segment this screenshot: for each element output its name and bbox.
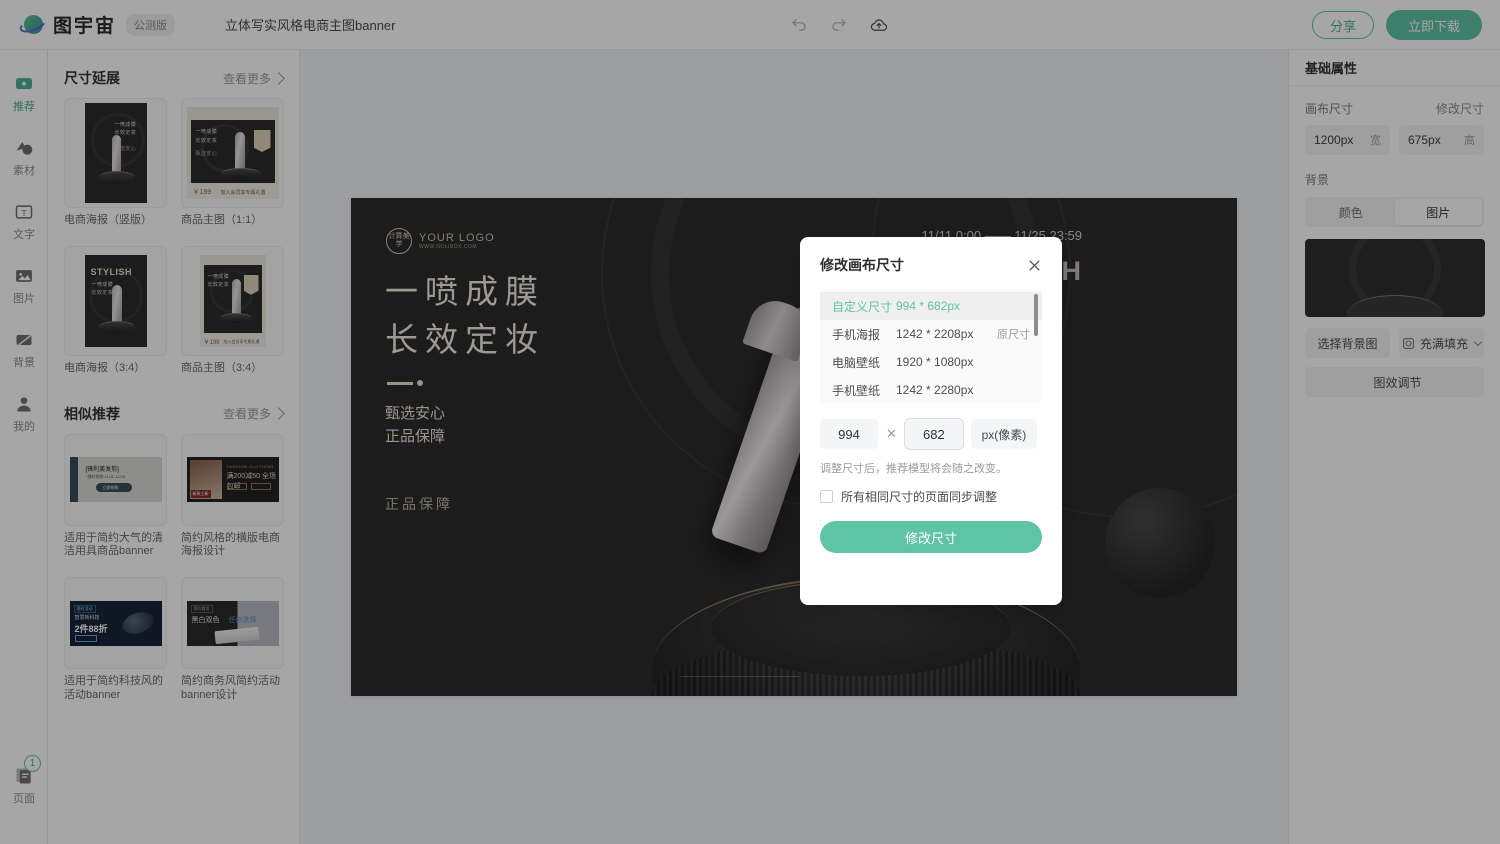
width-input[interactable] [820,419,878,449]
sync-pages-label: 所有相同尺寸的页面同步调整 [841,490,998,504]
preset-value: 1242 * 2208px [896,327,974,341]
preset-name: 手机壁纸 [832,383,881,398]
sync-pages-checkbox[interactable] [820,490,833,503]
close-icon[interactable] [1027,258,1042,273]
size-inputs: ✕ px(像素) [820,418,1042,450]
preset-name: 电脑壁纸 [832,355,881,370]
modal-overlay[interactable] [0,0,1500,844]
preset-value: 994 * 682px [896,299,961,313]
preset-row-phone-wallpaper[interactable]: 手机壁纸 1242 * 2280px [820,376,1042,403]
preset-value: 1242 * 2280px [896,383,974,397]
unit-selector[interactable]: px(像素) [970,419,1037,449]
height-input[interactable] [903,418,964,450]
list-scrollbar[interactable] [1034,294,1038,336]
preset-row-phone-poster[interactable]: 手机海报 1242 * 2208px 原尺寸 [820,320,1042,348]
preset-row-custom[interactable]: 自定义尺寸 994 * 682px [820,292,1042,320]
preset-name: 自定义尺寸 [832,299,893,314]
preset-name: 手机海报 [832,327,881,342]
preset-tag: 原尺寸 [997,329,1030,341]
preset-row-desktop-wallpaper[interactable]: 电脑壁纸 1920 * 1080px [820,348,1042,376]
apply-resize-button[interactable]: 修改尺寸 [820,521,1042,553]
resize-canvas-modal: 修改画布尺寸 自定义尺寸 994 * 682px 手机海报 1242 * 220… [800,237,1062,605]
modal-header: 修改画布尺寸 [820,255,1042,275]
preset-size-list[interactable]: 自定义尺寸 994 * 682px 手机海报 1242 * 2208px 原尺寸… [820,289,1042,403]
modal-title: 修改画布尺寸 [820,257,904,273]
resize-hint-text: 调整尺寸后，推荐模型将会随之改变。 [820,463,1007,475]
preset-value: 1920 * 1080px [896,355,974,369]
multiply-symbol: ✕ [886,426,897,441]
app-root: 图宇宙 公测版 立体写实风格电商主图banner 分享 立即下载 推荐 素材 T… [0,0,1500,844]
sync-pages-checkbox-row[interactable]: 所有相同尺寸的页面同步调整 [820,488,1042,505]
